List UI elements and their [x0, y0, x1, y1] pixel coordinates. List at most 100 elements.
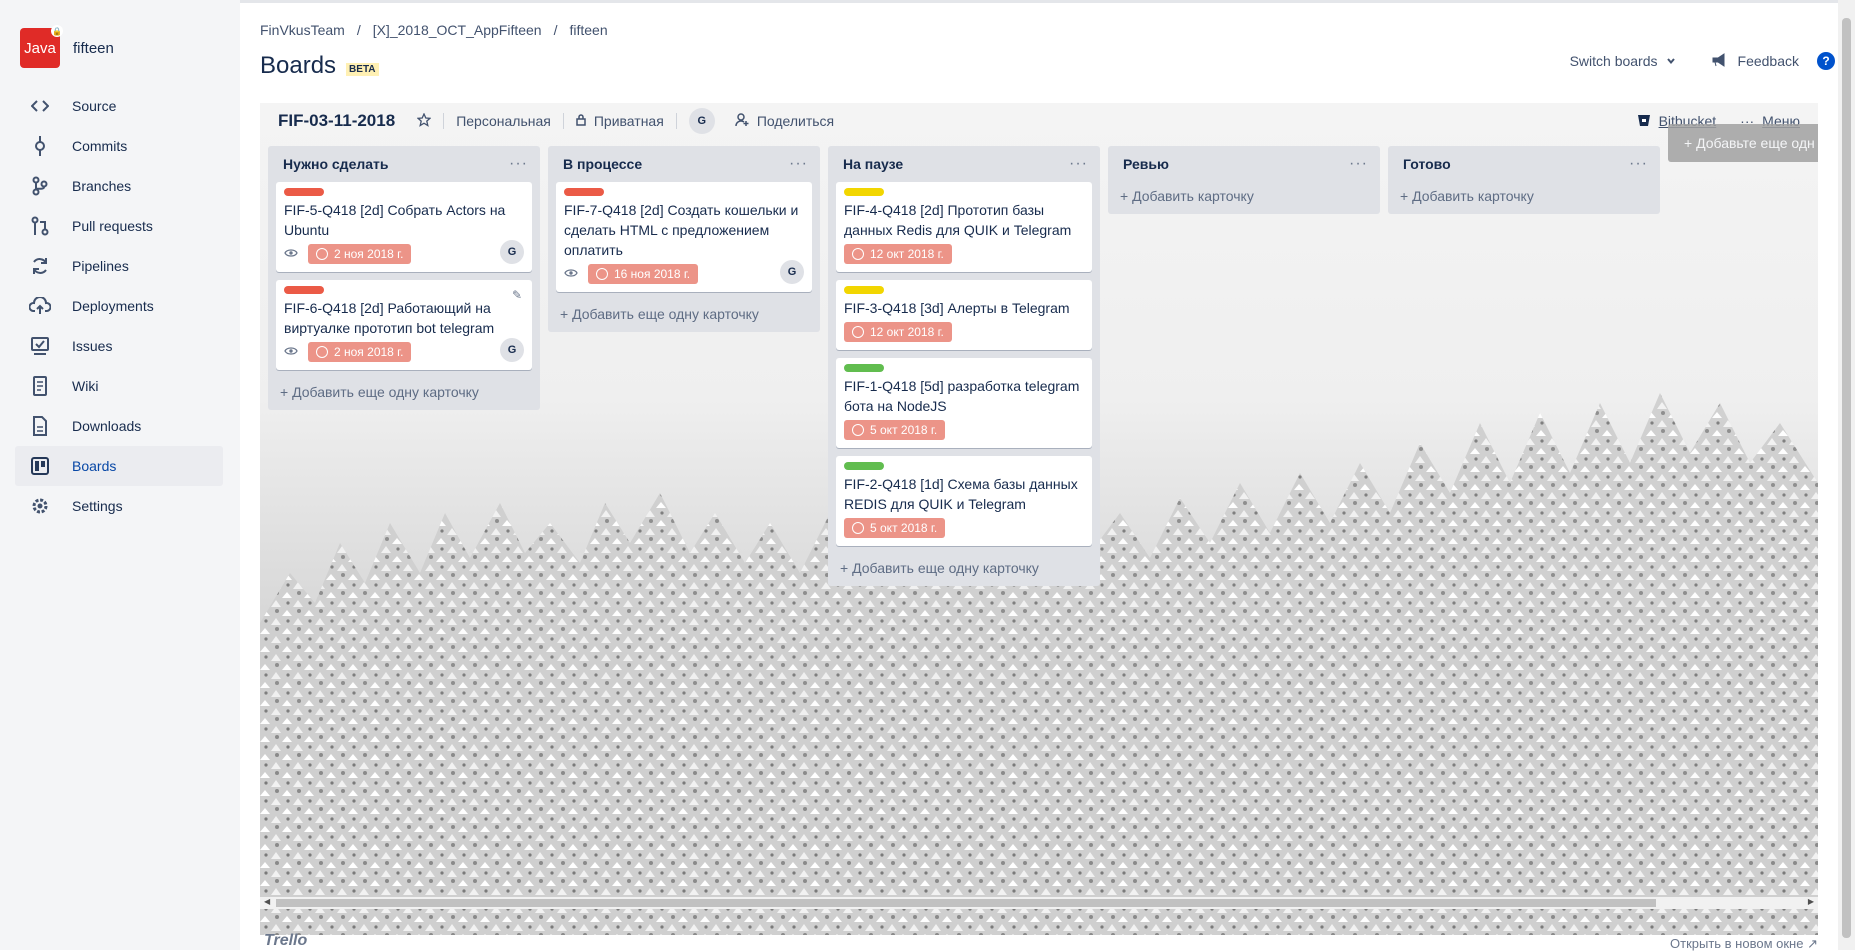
card-label[interactable] — [844, 364, 884, 372]
card[interactable]: FIF-3-Q418 [3d] Алерты в Telegram 12 окт… — [836, 280, 1092, 350]
switch-boards-button[interactable]: Switch boards — [1570, 53, 1676, 69]
list-header[interactable]: На паузе ··· — [828, 146, 1100, 182]
card-member-avatar[interactable]: G — [500, 338, 524, 362]
board-name[interactable]: FIF-03-11-2018 — [278, 111, 395, 131]
add-card-button[interactable]: + Добавить еще одну карточку — [548, 300, 820, 332]
due-date-badge[interactable]: 5 окт 2018 г. — [844, 518, 946, 538]
card-badges: 5 окт 2018 г. — [844, 420, 1084, 440]
breadcrumb-separator: / — [356, 22, 361, 38]
open-new-window-label: Открыть в новом окне — [1670, 936, 1804, 951]
sidebar-nav: Source Commits Branches Pull requests Pi… — [15, 86, 223, 526]
repo-name[interactable]: fifteen — [73, 40, 114, 57]
list-menu-icon[interactable]: ··· — [509, 155, 528, 173]
card[interactable]: FIF-7-Q418 [2d] Создать кошельки и сдела… — [556, 182, 812, 292]
list-menu-icon[interactable]: ··· — [789, 155, 808, 173]
help-icon[interactable]: ? — [1817, 52, 1835, 70]
add-card-button[interactable]: + Добавить карточку — [1108, 182, 1380, 214]
card-label[interactable] — [564, 188, 604, 196]
horizontal-scrollbar[interactable]: ◀ ▶ — [260, 897, 1818, 909]
team-label: Персональная — [456, 113, 551, 129]
list-title[interactable]: В процессе — [563, 156, 642, 172]
scroll-left-arrow-icon[interactable]: ◀ — [264, 897, 270, 906]
feedback-button[interactable]: Feedback — [1712, 52, 1799, 70]
add-card-button[interactable]: + Добавить карточку — [1388, 182, 1660, 214]
member-avatar[interactable]: G — [688, 108, 715, 134]
share-button[interactable]: Поделиться — [735, 112, 834, 130]
due-date-badge[interactable]: 2 ноя 2018 г. — [308, 244, 412, 264]
sidebar-item-branches[interactable]: Branches — [15, 166, 223, 206]
card-label[interactable] — [284, 286, 324, 294]
list-title[interactable]: На паузе — [843, 156, 903, 172]
list-title[interactable]: Ревью — [1123, 156, 1169, 172]
card[interactable]: FIF-2-Q418 [1d] Схема базы данных REDIS … — [836, 456, 1092, 546]
list-header[interactable]: В процессе ··· — [548, 146, 820, 182]
sidebar-item-settings[interactable]: Settings — [15, 486, 223, 526]
list-header[interactable]: Готово ··· — [1388, 146, 1660, 182]
visibility-button[interactable]: Приватная — [576, 113, 664, 129]
scroll-right-arrow-icon[interactable]: ▶ — [1808, 897, 1814, 906]
sidebar-item-issues[interactable]: Issues — [15, 326, 223, 366]
sidebar-item-downloads[interactable]: Downloads — [15, 406, 223, 446]
sidebar-item-label: Boards — [72, 458, 117, 474]
due-date-badge[interactable]: 12 окт 2018 г. — [844, 244, 952, 264]
team-button[interactable]: Персональная — [456, 113, 551, 129]
breadcrumb-repo[interactable]: fifteen — [569, 22, 607, 38]
sidebar-item-pipelines[interactable]: Pipelines — [15, 246, 223, 286]
list-menu-icon[interactable]: ··· — [1629, 155, 1648, 173]
board-header: FIF-03-11-2018 Персональная Приватная G … — [278, 103, 1800, 139]
list-title[interactable]: Готово — [1403, 156, 1451, 172]
scrollbar-thumb[interactable] — [1842, 18, 1851, 938]
card-badges: 12 окт 2018 г. — [844, 244, 1084, 264]
scrollbar-thumb[interactable] — [276, 899, 1656, 907]
breadcrumb-project[interactable]: [X]_2018_OCT_AppFifteen — [373, 22, 542, 38]
trello-logo: Trello — [264, 932, 308, 949]
sidebar-item-commits[interactable]: Commits — [15, 126, 223, 166]
sidebar-item-deployments[interactable]: Deployments — [15, 286, 223, 326]
pull-request-icon — [29, 215, 51, 237]
card-label[interactable] — [844, 462, 884, 470]
lock-icon — [576, 113, 586, 129]
feedback-label: Feedback — [1737, 53, 1799, 69]
card-badges: 2 ноя 2018 г. — [284, 342, 524, 362]
card-member-avatar[interactable]: G — [780, 260, 804, 284]
sidebar-item-pull-requests[interactable]: Pull requests — [15, 206, 223, 246]
breadcrumb-team[interactable]: FinVkusTeam — [260, 22, 345, 38]
sidebar-item-label: Settings — [72, 498, 123, 514]
card-label[interactable] — [844, 286, 884, 294]
list-header[interactable]: Нужно сделать ··· — [268, 146, 540, 182]
list-title[interactable]: Нужно сделать — [283, 156, 389, 172]
add-card-button[interactable]: + Добавить еще одну карточку — [828, 554, 1100, 586]
star-icon[interactable] — [416, 111, 432, 130]
card-label[interactable] — [844, 188, 884, 196]
list-menu-icon[interactable]: ··· — [1069, 155, 1088, 173]
due-date-badge[interactable]: 16 ноя 2018 г. — [588, 264, 699, 284]
beta-badge: BETA — [346, 62, 379, 76]
card-member-avatar[interactable]: G — [500, 240, 524, 264]
pencil-icon[interactable]: ✎ — [512, 288, 522, 302]
card[interactable]: FIF-4-Q418 [2d] Прототип базы данных Red… — [836, 182, 1092, 272]
list-menu-icon[interactable]: ··· — [1349, 155, 1368, 173]
due-date-badge[interactable]: 12 окт 2018 г. — [844, 322, 952, 342]
vertical-scrollbar[interactable] — [1838, 0, 1855, 950]
due-date: 12 окт 2018 г. — [870, 325, 944, 339]
due-date-badge[interactable]: 2 ноя 2018 г. — [308, 342, 412, 362]
due-date-badge[interactable]: 5 окт 2018 г. — [844, 420, 946, 440]
breadcrumb-separator: / — [553, 22, 558, 38]
card-title: FIF-6-Q418 [2d] Работающий на виртуалке … — [284, 300, 495, 336]
sidebar-item-boards[interactable]: Boards — [15, 446, 223, 486]
sidebar-item-source[interactable]: Source — [15, 86, 223, 126]
card-badges: 12 окт 2018 г. — [844, 322, 1084, 342]
card-label[interactable] — [284, 188, 324, 196]
card[interactable]: FIF-1-Q418 [5d] разработка telegram бота… — [836, 358, 1092, 448]
sidebar-item-wiki[interactable]: Wiki — [15, 366, 223, 406]
repo-header[interactable]: Java 🔒 fifteen — [20, 25, 114, 68]
add-card-button[interactable]: + Добавить еще одну карточку — [268, 378, 540, 410]
add-list-button[interactable]: + Добавьте еще одн — [1668, 124, 1818, 162]
card-title: FIF-3-Q418 [3d] Алерты в Telegram — [844, 300, 1070, 316]
card[interactable]: ✎ FIF-6-Q418 [2d] Работающий на виртуалк… — [276, 280, 532, 370]
list-paused: На паузе ··· FIF-4-Q418 [2d] Прототип ба… — [828, 146, 1100, 586]
list-header[interactable]: Ревью ··· — [1108, 146, 1380, 182]
card-title: FIF-7-Q418 [2d] Создать кошельки и сдела… — [564, 202, 799, 258]
clock-icon — [852, 522, 864, 534]
card[interactable]: FIF-5-Q418 [2d] Собрать Actors на Ubuntu… — [276, 182, 532, 272]
